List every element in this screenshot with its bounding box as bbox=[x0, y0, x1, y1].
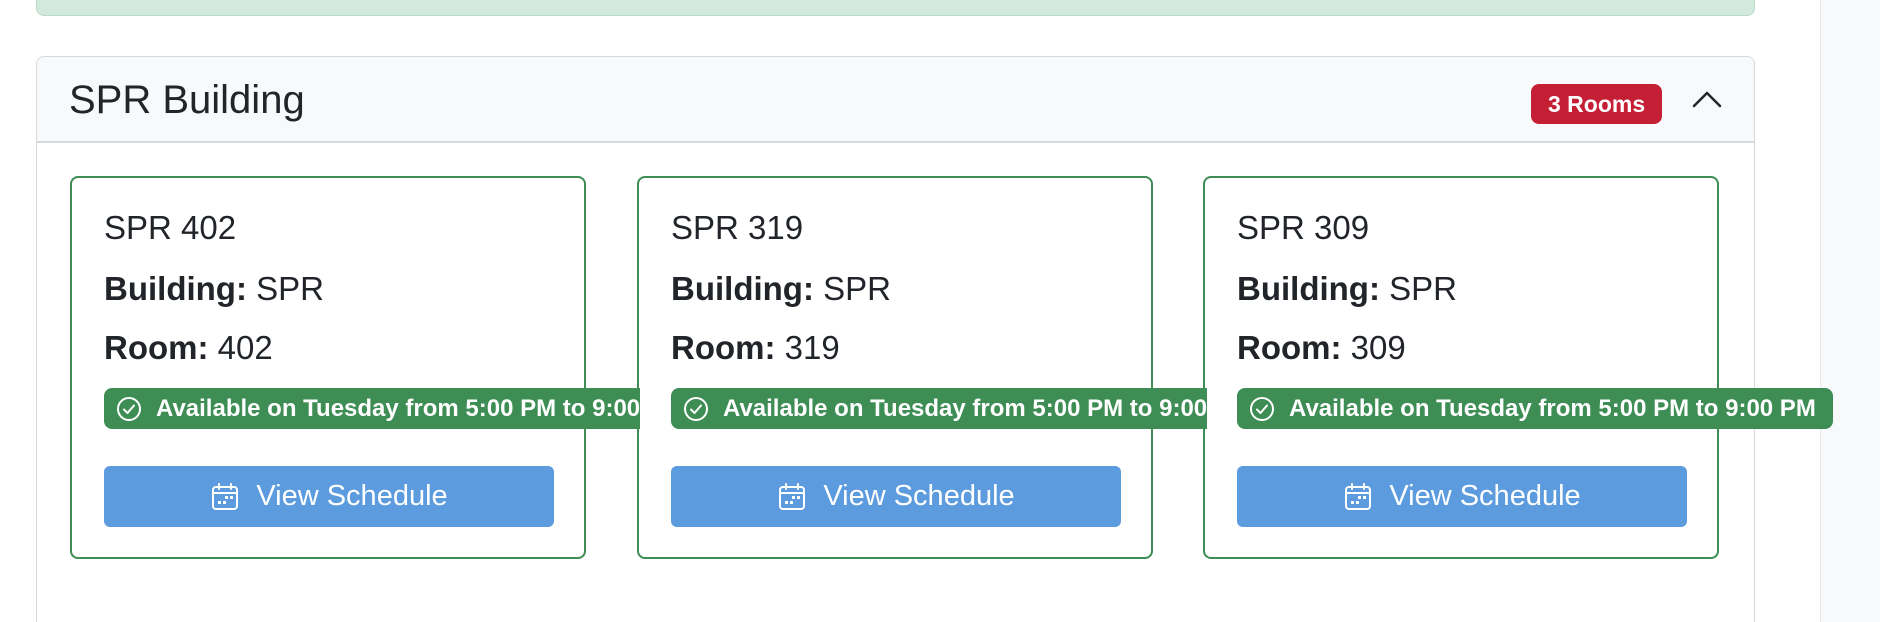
view-schedule-label: View Schedule bbox=[256, 480, 448, 512]
availability-badge: Available on Tuesday from 5:00 PM to 9:0… bbox=[104, 388, 640, 429]
success-alert bbox=[36, 0, 1755, 16]
room-card: SPR 309 Building: SPR Room: 309 Availabl… bbox=[1203, 176, 1833, 559]
building-title: SPR Building bbox=[69, 78, 305, 122]
view-schedule-label: View Schedule bbox=[1389, 480, 1581, 512]
room-card: SPR 402 Building: SPR Room: 402 Availabl… bbox=[70, 176, 640, 559]
calendar-icon bbox=[779, 482, 806, 510]
view-schedule-button[interactable]: View Schedule bbox=[671, 466, 1121, 527]
view-schedule-button[interactable]: View Schedule bbox=[1237, 466, 1687, 527]
chevron-up-icon[interactable] bbox=[1687, 79, 1727, 119]
availability-text: Available on Tuesday from 5:00 PM to 9:0… bbox=[723, 394, 1207, 422]
building-section: SPR Building 3 Rooms SPR 402 Building: S… bbox=[36, 56, 1833, 622]
calendar-icon bbox=[212, 482, 239, 510]
page: SPR Building 3 Rooms SPR 402 Building: S… bbox=[0, 0, 1880, 622]
availability-badge: Available on Tuesday from 5:00 PM to 9:0… bbox=[1237, 388, 1833, 429]
building-section-header[interactable]: SPR Building 3 Rooms bbox=[37, 57, 1754, 143]
view-schedule-label: View Schedule bbox=[823, 480, 1015, 512]
check-circle-icon bbox=[684, 396, 708, 421]
room-card: SPR 319 Building: SPR Room: 319 Availabl… bbox=[637, 176, 1207, 559]
availability-text: Available on Tuesday from 5:00 PM to 9:0… bbox=[1289, 394, 1816, 422]
calendar-icon bbox=[1345, 482, 1372, 510]
view-schedule-button[interactable]: View Schedule bbox=[104, 466, 554, 527]
availability-text: Available on Tuesday from 5:00 PM to 9:0… bbox=[156, 394, 640, 422]
check-circle-icon bbox=[117, 396, 141, 421]
availability-badge: Available on Tuesday from 5:00 PM to 9:0… bbox=[671, 388, 1207, 429]
rooms-count-badge: 3 Rooms bbox=[1531, 84, 1663, 124]
check-circle-icon bbox=[1250, 396, 1274, 421]
